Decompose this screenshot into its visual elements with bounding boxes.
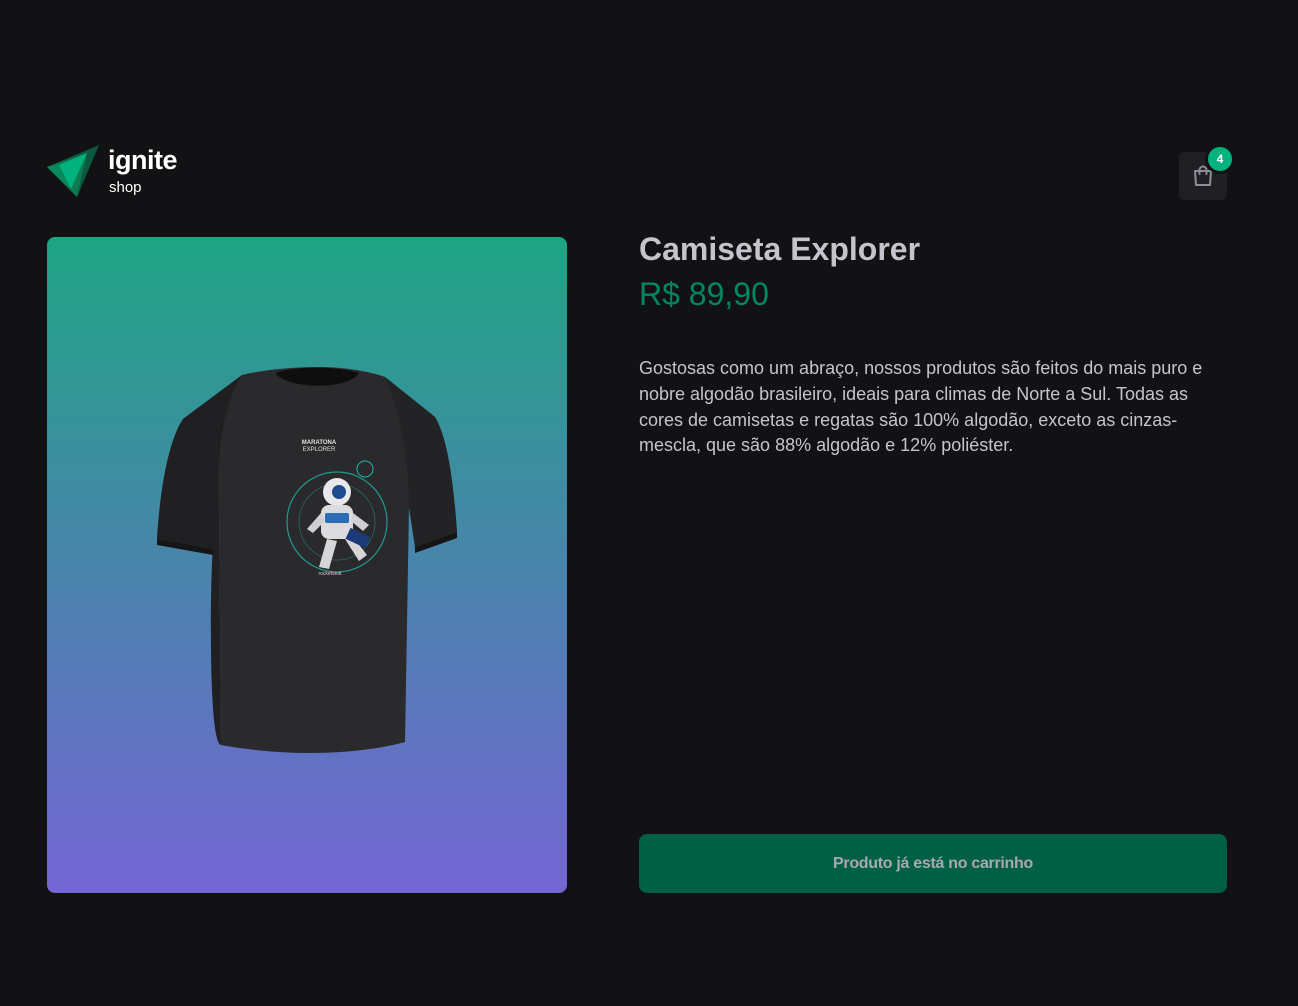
svg-text:EXPLORER: EXPLORER bbox=[303, 447, 336, 453]
product-price: R$ 89,90 bbox=[639, 276, 769, 312]
svg-text:rocketseat: rocketseat bbox=[318, 571, 342, 577]
logo-wordmark: ignite bbox=[108, 145, 178, 175]
add-to-cart-button[interactable]: Produto já está no carrinho bbox=[639, 834, 1227, 893]
svg-text:MARATONA: MARATONA bbox=[302, 440, 337, 446]
cart-button[interactable]: 4 bbox=[1179, 144, 1235, 200]
tshirt-image: MARATONA EXPLORER rocketseat bbox=[157, 367, 457, 753]
logo-icon bbox=[47, 145, 99, 197]
logo-link[interactable]: ignite shop bbox=[47, 145, 178, 199]
logo-subtitle: shop bbox=[109, 179, 142, 196]
product-title: Camiseta Explorer bbox=[639, 231, 921, 267]
product-description: Gostosas como um abraço, nossos produtos… bbox=[639, 358, 1203, 456]
product-page: ignite shop 4 MARATONA EXPLORER rocketse… bbox=[0, 0, 1298, 1006]
header: ignite shop 4 bbox=[47, 144, 1235, 201]
cart-count-badge: 4 bbox=[1205, 144, 1235, 174]
product-details: Camiseta Explorer R$ 89,90 Gostosas como… bbox=[639, 230, 1227, 477]
product-image-container: MARATONA EXPLORER rocketseat bbox=[47, 237, 567, 893]
logo-text: ignite shop bbox=[108, 145, 178, 196]
